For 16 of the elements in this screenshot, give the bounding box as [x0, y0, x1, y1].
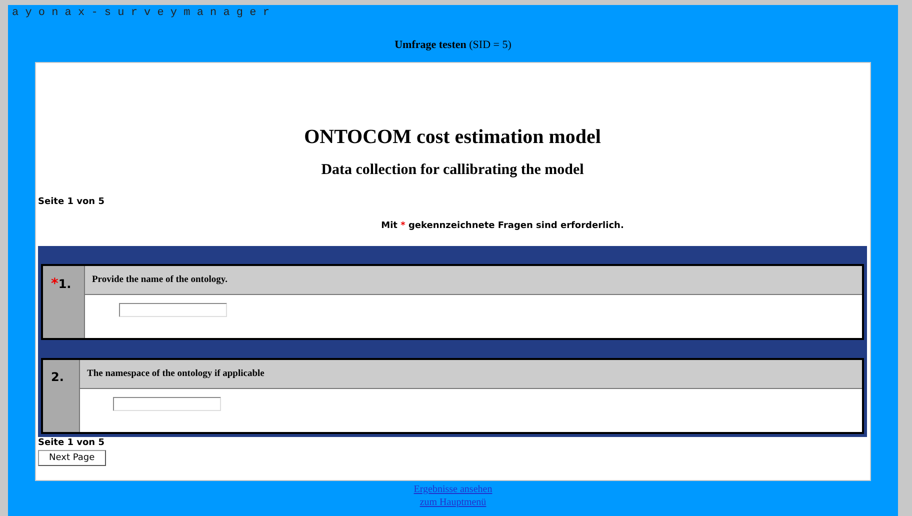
question-text: The namespace of the ontology if applicable — [80, 360, 862, 389]
next-page-button[interactable]: Next Page — [38, 450, 106, 466]
answer-field[interactable] — [113, 397, 221, 411]
nav-link[interactable]: Ergebnisse ansehen — [414, 483, 492, 496]
required-note: Mit * gekennzeichnete Fragen sind erforderlich. — [381, 220, 624, 232]
page-indicator: Seite 1 von 5 — [38, 438, 104, 449]
survey-title: ONTOCOM cost estimation model — [304, 125, 601, 149]
question-text: Provide the name of the ontology. — [85, 266, 862, 295]
page-heading: Umfrage testen (SID = 5) — [394, 38, 512, 52]
app-title: a y o n a x - s u r v e y m a n a g e r — [11, 6, 270, 20]
nav-link[interactable]: zum Hauptmenü — [420, 496, 486, 509]
survey-subtitle: Data collection for callibrating the model — [321, 161, 584, 179]
answer-field[interactable] — [119, 303, 227, 317]
page-indicator: Seite 1 von 5 — [38, 197, 104, 208]
question-number: 2. — [43, 360, 80, 432]
question-number: *1. — [43, 266, 85, 338]
